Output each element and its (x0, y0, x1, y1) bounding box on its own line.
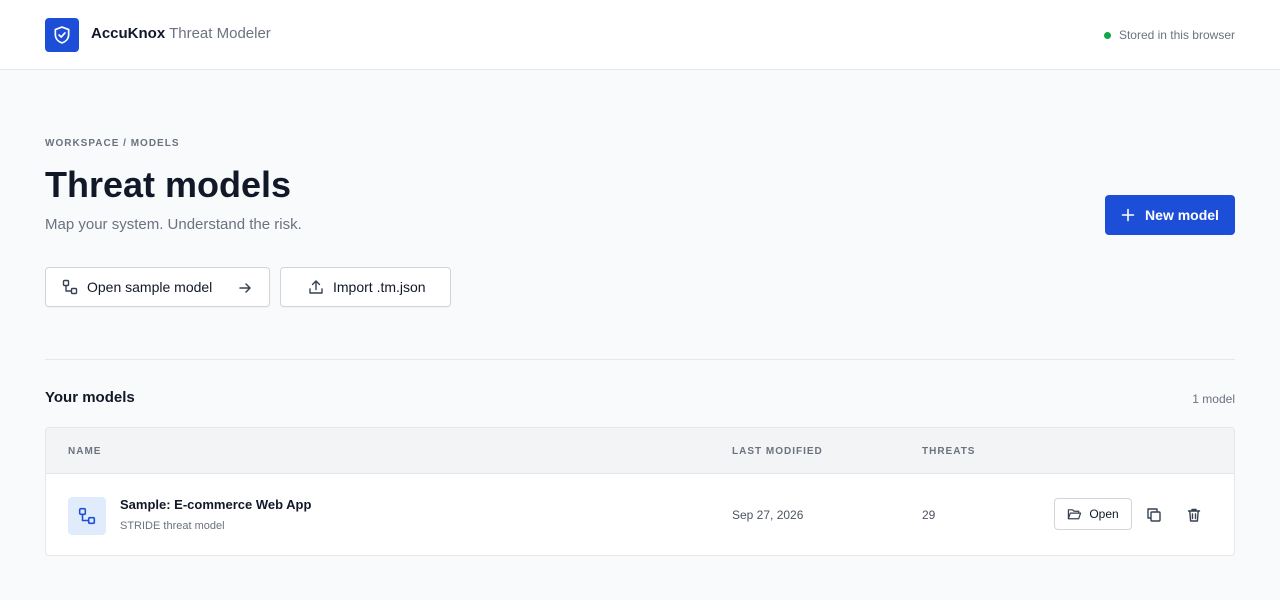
open-sample-model-label: Open sample model (87, 279, 213, 295)
duplicate-model-button[interactable] (1145, 506, 1163, 524)
storage-status-text: Stored in this browser (1118, 28, 1235, 42)
column-header-name[interactable]: NAME (68, 446, 101, 458)
models-section-title: Your models (45, 389, 135, 406)
import-json-label: Import .tm.json (333, 279, 426, 295)
app-header: AccuKnox Threat Modeler Stored in this b… (0, 0, 1280, 70)
column-header-threats[interactable]: THREATS (922, 446, 975, 458)
model-icon (68, 497, 106, 535)
arrow-right-icon (239, 283, 251, 293)
models-table: NAME LAST MODIFIED THREATS Sample: E-com… (45, 427, 1235, 556)
upload-icon (309, 280, 323, 294)
app-title: AccuKnox Threat Modeler (91, 25, 271, 43)
table-header: NAME LAST MODIFIED THREATS (46, 428, 1234, 474)
page-subtitle: Map your system. Understand the risk. (45, 216, 302, 233)
section-divider (45, 359, 1235, 360)
shield-check-icon (54, 26, 70, 44)
folder-open-icon (1068, 508, 1082, 519)
status-dot-icon (1103, 31, 1111, 39)
app-logo (45, 18, 79, 52)
model-last-modified: Sep 27, 2026 (732, 508, 804, 522)
import-json-button[interactable]: Import .tm.json (280, 267, 451, 307)
trash-icon (1187, 508, 1201, 522)
storage-status: Stored in this browser (1103, 27, 1235, 43)
new-model-label: New model (1145, 207, 1219, 223)
copy-icon (1147, 508, 1161, 522)
new-model-button[interactable]: New model (1105, 195, 1235, 235)
brand-name: AccuKnox (91, 25, 166, 42)
model-type: STRIDE threat model (120, 520, 225, 532)
workflow-icon (62, 279, 78, 295)
brand-product: Threat Modeler (169, 25, 271, 42)
model-name[interactable]: Sample: E-commerce Web App (120, 497, 311, 513)
column-header-last-modified[interactable]: LAST MODIFIED (732, 446, 823, 458)
workflow-icon (78, 507, 96, 525)
page-title: Threat models (45, 164, 292, 205)
delete-model-button[interactable] (1185, 506, 1203, 524)
open-model-label: Open (1089, 507, 1119, 521)
open-model-button[interactable]: Open (1054, 498, 1132, 530)
model-threat-count: 29 (922, 508, 936, 522)
plus-icon (1121, 208, 1135, 222)
breadcrumb: WORKSPACE / MODELS (45, 138, 180, 149)
open-sample-model-button[interactable]: Open sample model (45, 267, 270, 307)
table-row[interactable]: Sample: E-commerce Web App STRIDE threat… (46, 475, 1234, 555)
model-count: 1 model (1192, 392, 1235, 406)
